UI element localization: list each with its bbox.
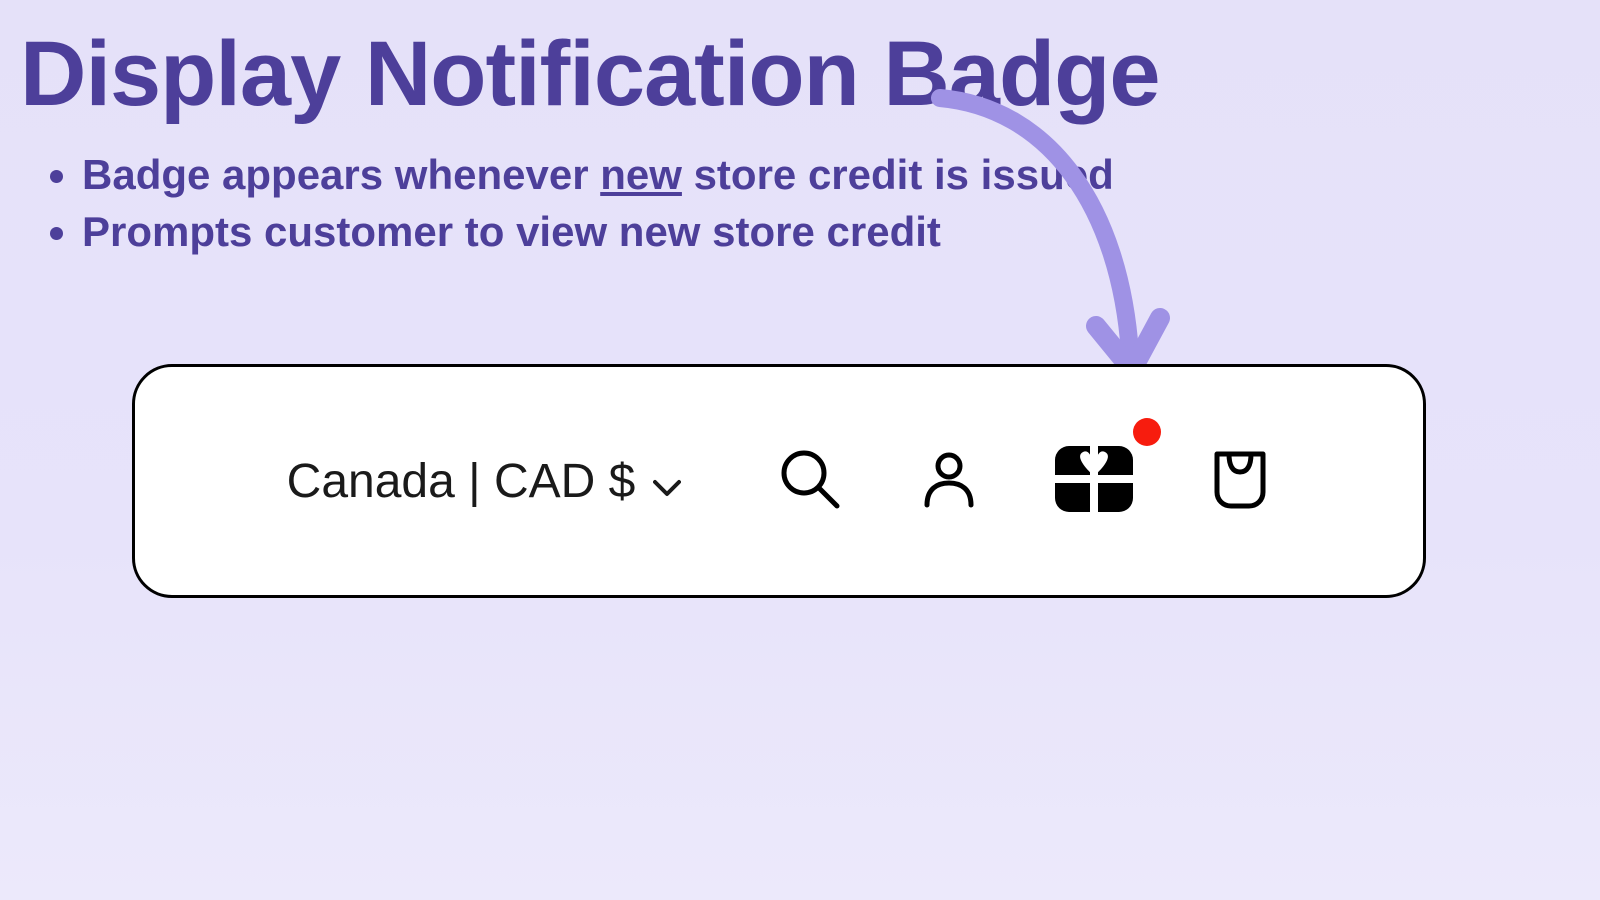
currency-selector[interactable]: Canada | CAD $ (287, 454, 682, 509)
bullet-1-underlined: new (600, 151, 682, 198)
account-button[interactable] (919, 449, 979, 514)
store-credit-button[interactable] (1055, 446, 1133, 517)
gift-icon (1055, 446, 1133, 517)
search-button[interactable] (777, 446, 843, 517)
user-icon (919, 449, 979, 514)
cart-button[interactable] (1209, 448, 1271, 515)
bullet-1-post: store credit is issued (682, 151, 1114, 198)
bullet-list: Badge appears whenever new store credit … (82, 148, 1114, 261)
chevron-down-icon (653, 454, 681, 509)
page-title: Display Notification Badge (20, 22, 1160, 127)
bullet-1-pre: Badge appears whenever (82, 151, 600, 198)
bag-icon (1209, 448, 1271, 515)
bullet-2: Prompts customer to view new store credi… (82, 205, 1114, 260)
bullet-1: Badge appears whenever new store credit … (82, 148, 1114, 203)
notification-badge (1133, 418, 1161, 446)
currency-label: Canada | CAD $ (287, 454, 636, 509)
storefront-navbar: Canada | CAD $ (132, 364, 1426, 598)
search-icon (777, 446, 843, 517)
